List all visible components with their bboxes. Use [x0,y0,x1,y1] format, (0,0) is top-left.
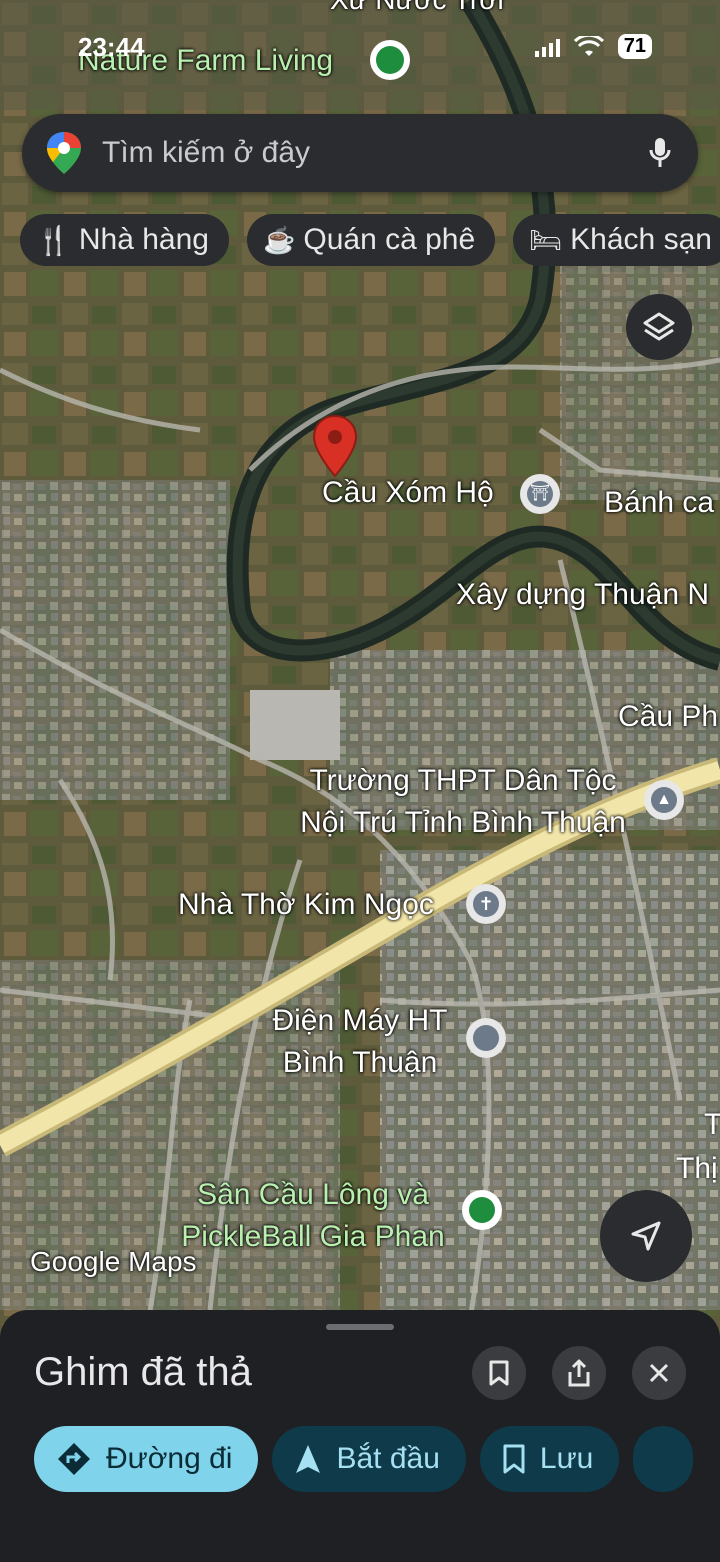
close-icon [649,1363,669,1383]
layers-button[interactable] [626,294,692,360]
sheet-drag-handle[interactable] [326,1324,394,1330]
save-button[interactable]: Lưu [479,1426,620,1492]
xu-nuoc-troi-label[interactable]: Xứ Nước Trời [330,0,504,16]
navigation-arrow-icon [631,1221,661,1251]
dropped-pin-icon[interactable] [312,414,358,478]
badminton-court-label[interactable]: Sân Cầu Lông và PickleBall Gia Phan [168,1174,458,1258]
dien-may-label-line2: Bình Thuận [282,1046,438,1079]
school-label-line1: Trường THPT Dân Tộc [309,764,617,797]
chip-hotels-label: Khách sạn [570,223,712,256]
dropped-pin-sheet[interactable]: Ghim đã thả Đường đi Bắt đầu Lưu [0,1310,720,1562]
dien-may-label[interactable]: Điện Máy HT Bình Thuận [262,1000,458,1084]
navigation-start-icon [296,1445,321,1473]
bookmark-icon [489,1360,509,1386]
bridge-icon[interactable]: ⛩ [520,474,560,514]
chip-restaurants[interactable]: 🍴 Nhà hàng [20,214,229,266]
my-location-button[interactable] [600,1190,692,1282]
directions-icon [58,1443,90,1475]
sheet-title: Ghim đã thả [34,1350,252,1394]
category-chips: 🍴 Nhà hàng ☕ Quán cà phê 🛏 Khách sạn [20,214,720,266]
xay-dung-label[interactable]: Xây dựng Thuận N [456,578,709,612]
church-icon[interactable]: ✝ [466,884,506,924]
chip-coffee-label: Quán cà phê [303,223,476,256]
chip-hotels[interactable]: 🛏 Khách sạn [513,214,720,266]
fork-knife-icon: 🍴 [36,224,71,256]
store-poi-icon[interactable] [466,1018,506,1058]
banh-ca-label[interactable]: Bánh ca [604,486,714,520]
bookmark-outline-icon [503,1444,525,1474]
search-input[interactable]: Tìm kiếm ở đây [102,136,648,170]
layers-icon [643,312,675,341]
share-button[interactable] [552,1346,606,1400]
coffee-cup-icon: ☕ [262,224,296,255]
thi-label[interactable]: Thị [676,1152,718,1186]
start-button[interactable]: Bắt đầu [272,1426,466,1492]
badminton-label-line1: Sân Cầu Lông và [197,1178,429,1211]
chip-coffee[interactable]: ☕ Quán cà phê [246,214,496,266]
start-label: Bắt đầu [336,1442,440,1475]
save-label: Lưu [539,1442,594,1475]
cau-xom-ho-label[interactable]: Cầu Xóm Hộ [322,476,494,510]
school-label[interactable]: Trường THPT Dân Tộc Nội Trú Tỉnh Bình Th… [288,760,638,844]
google-maps-logo-icon [47,132,81,174]
status-icons: 71 [534,34,652,59]
chip-restaurants-label: Nhà hàng [78,223,209,256]
status-time: 23:44 [78,32,145,62]
signal-icon [534,37,560,57]
dien-may-label-line1: Điện Máy HT [272,1004,448,1037]
school-icon[interactable]: ▲ [644,780,684,820]
wifi-icon [573,35,604,56]
school-label-line2: Nội Trú Tỉnh Bình Thuận [300,806,626,839]
google-maps-watermark: Google Maps [30,1246,197,1277]
search-bar[interactable]: Tìm kiếm ở đây [22,114,698,192]
church-label[interactable]: Nhà Thờ Kim Ngọc [178,888,434,922]
cau-ph-label[interactable]: Cầu Ph [618,700,718,734]
microphone-icon[interactable] [648,136,672,170]
t-label[interactable]: T [704,1108,720,1142]
directions-label: Đường đi [106,1442,233,1475]
directions-button[interactable]: Đường đi [34,1426,259,1492]
battery-indicator: 71 [617,34,652,59]
sports-poi-icon[interactable] [462,1190,502,1230]
sheet-actions: Đường đi Bắt đầu Lưu [34,1426,694,1492]
status-bar: 23:44 71 [0,30,720,70]
close-button[interactable] [632,1346,686,1400]
badminton-label-line2: PickleBall Gia Phan [181,1220,445,1253]
bookmark-button[interactable] [472,1346,526,1400]
bed-icon: 🛏 [529,224,563,255]
more-actions-button[interactable] [633,1426,694,1492]
share-icon [568,1359,590,1387]
